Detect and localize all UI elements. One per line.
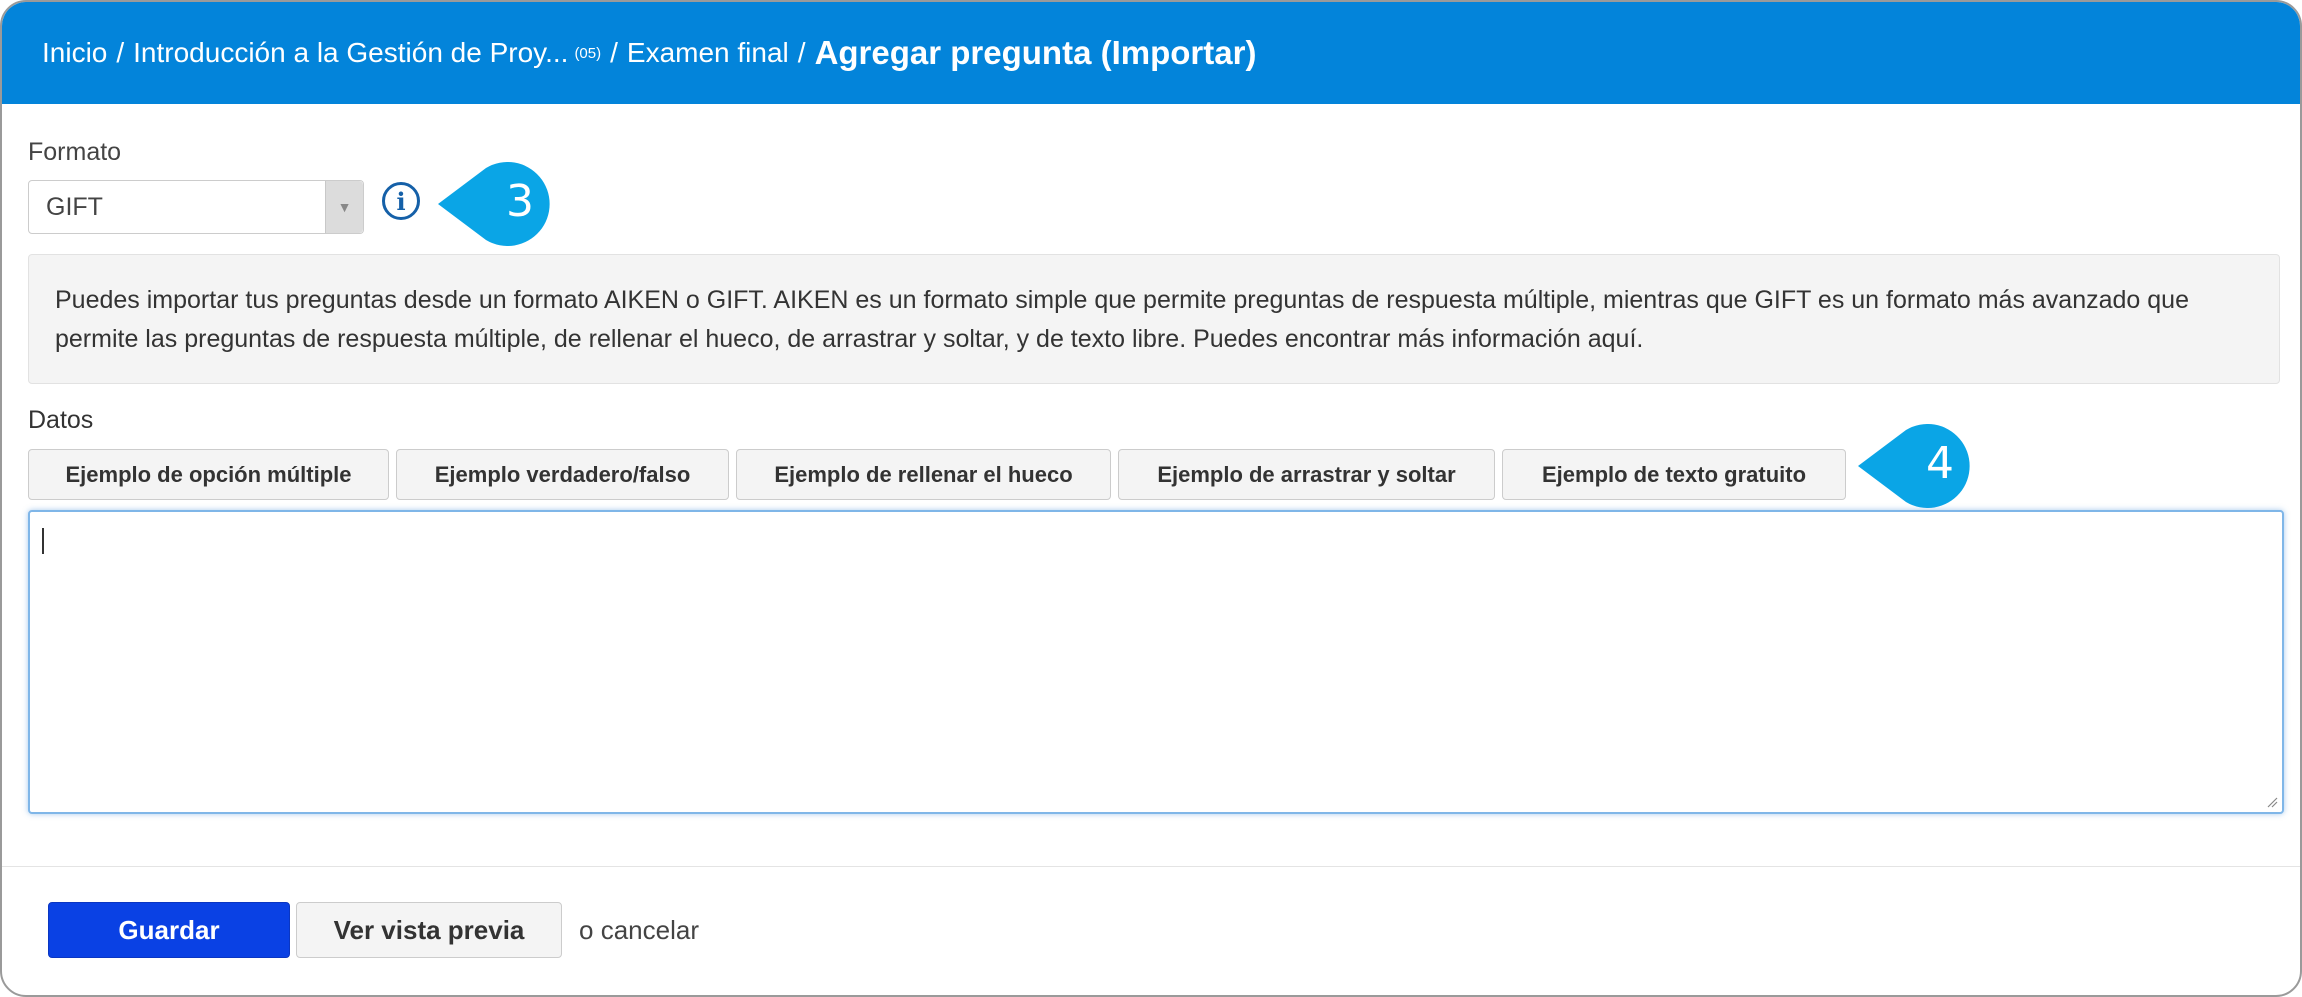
- breadcrumb-exam[interactable]: Examen final: [627, 37, 789, 69]
- breadcrumb-course[interactable]: Introducción a la Gestión de Proy...: [133, 37, 568, 69]
- breadcrumb-separator: /: [610, 37, 618, 68]
- caret-down-icon[interactable]: ▼: [325, 181, 363, 233]
- example-free-text-button[interactable]: Ejemplo de texto gratuito: [1502, 449, 1846, 500]
- format-description: Puedes importar tus preguntas desde un f…: [28, 254, 2280, 384]
- page-header: Inicio / Introducción a la Gestión de Pr…: [2, 2, 2300, 104]
- callout-marker-3: 3: [438, 162, 558, 246]
- data-textarea[interactable]: [28, 510, 2284, 814]
- example-fill-blank-button[interactable]: Ejemplo de rellenar el hueco: [736, 449, 1111, 500]
- example-drag-drop-button[interactable]: Ejemplo de arrastrar y soltar: [1118, 449, 1495, 500]
- callout-number: 3: [506, 176, 534, 227]
- breadcrumb-home[interactable]: Inicio: [42, 37, 107, 69]
- format-label: Formato: [28, 138, 122, 166]
- format-select-value: GIFT: [46, 193, 103, 221]
- preview-button[interactable]: Ver vista previa: [296, 902, 562, 958]
- data-label: Datos: [28, 406, 94, 434]
- cancel-prefix: o: [579, 915, 594, 945]
- info-circle-icon[interactable]: i: [382, 182, 420, 220]
- cancel-group: o cancelar: [579, 915, 699, 946]
- footer-divider: [2, 866, 2300, 867]
- page-title: Agregar pregunta (Importar): [814, 34, 1257, 71]
- save-button[interactable]: Guardar: [48, 902, 290, 958]
- text-caret: [42, 528, 44, 554]
- cancel-link[interactable]: cancelar: [601, 915, 699, 945]
- callout-number: 4: [1926, 438, 1954, 489]
- example-multiple-choice-button[interactable]: Ejemplo de opción múltiple: [28, 449, 389, 500]
- breadcrumb-course-count: (05): [574, 44, 602, 62]
- breadcrumb-separator: /: [116, 37, 125, 68]
- callout-marker-4: 4: [1858, 424, 1978, 508]
- breadcrumb-separator: /: [797, 37, 806, 68]
- format-select[interactable]: GIFT ▼: [28, 180, 364, 234]
- app-window: Inicio / Introducción a la Gestión de Pr…: [0, 0, 2302, 997]
- example-true-false-button[interactable]: Ejemplo verdadero/falso: [396, 449, 729, 500]
- resize-grip-icon[interactable]: [2266, 796, 2278, 808]
